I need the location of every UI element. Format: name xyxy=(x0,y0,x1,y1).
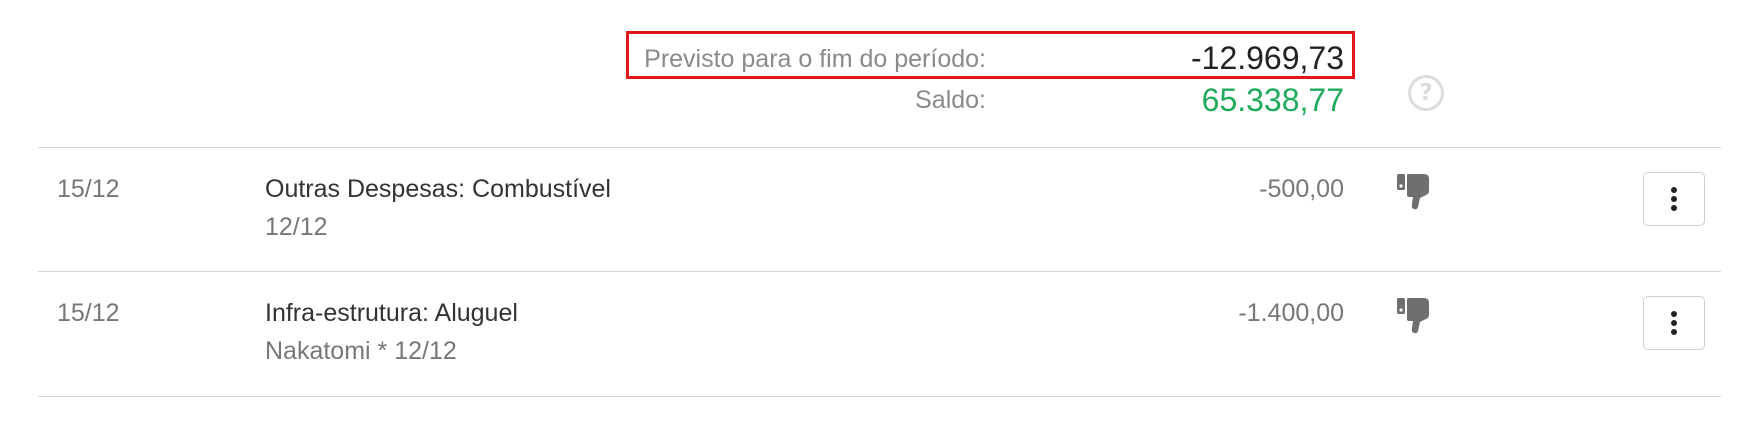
balance-value: 65.338,77 xyxy=(1201,82,1344,118)
transaction-subtitle: Nakatomi * 12/12 xyxy=(265,337,457,365)
vertical-ellipsis-icon xyxy=(1670,310,1678,336)
row-options-button[interactable] xyxy=(1643,172,1705,226)
transaction-title: Outras Despesas: Combustível xyxy=(265,175,611,203)
vertical-ellipsis-icon xyxy=(1670,186,1678,212)
transaction-subtitle: 12/12 xyxy=(265,213,328,241)
forecast-value: -12.969,73 xyxy=(1190,40,1344,76)
transaction-title: Infra-estrutura: Aluguel xyxy=(265,299,518,327)
transactions-panel: Previsto para o fim do período: -12.969,… xyxy=(0,0,1757,429)
table-row: 15/12 Outras Despesas: Combustível 12/12… xyxy=(0,148,1757,272)
transaction-date: 15/12 xyxy=(57,299,120,327)
thumbs-down-icon[interactable] xyxy=(1396,294,1432,334)
transaction-amount: -1.400,00 xyxy=(1238,299,1344,327)
transaction-date: 15/12 xyxy=(57,175,120,203)
forecast-label: Previsto para o fim do período: xyxy=(644,45,986,73)
question-circle-icon[interactable]: ? xyxy=(1408,75,1444,111)
row-options-button[interactable] xyxy=(1643,296,1705,350)
table-row: 15/12 Infra-estrutura: Aluguel Nakatomi … xyxy=(0,272,1757,396)
row-divider xyxy=(38,396,1721,397)
thumbs-down-icon[interactable] xyxy=(1396,170,1432,210)
transaction-amount: -500,00 xyxy=(1259,175,1344,203)
balance-label: Saldo: xyxy=(915,86,986,114)
